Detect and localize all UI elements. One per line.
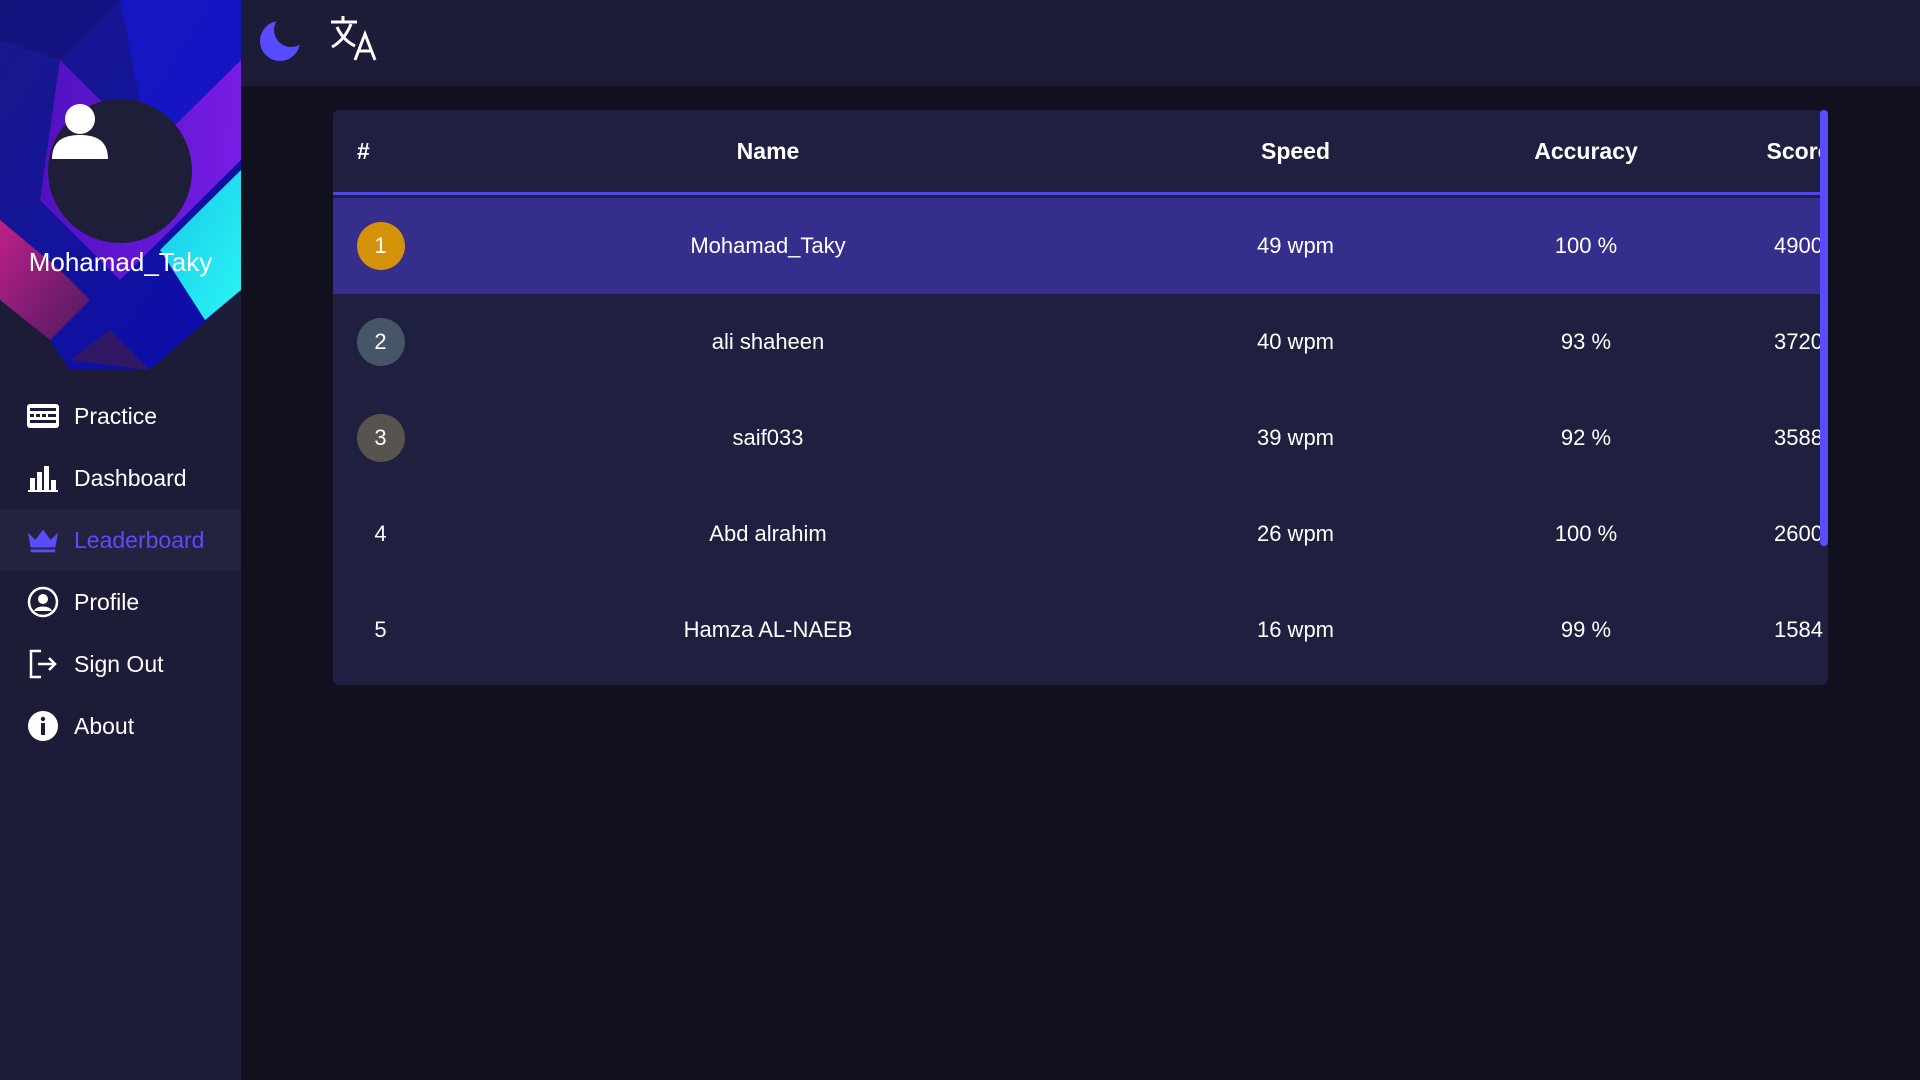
sidebar-item-sign-out[interactable]: Sign Out: [0, 633, 241, 695]
score-cell: 3588: [1774, 425, 1823, 450]
sidebar-item-profile[interactable]: Profile: [0, 571, 241, 633]
table-row[interactable]: 3 saif033 39 wpm 92 % 3588: [333, 390, 1823, 486]
speed-cell: 39 wpm: [1256, 425, 1335, 450]
sidebar-item-label: Profile: [74, 588, 140, 615]
sidebar-item-about[interactable]: About: [0, 695, 241, 757]
profile-banner: Mohamad_Taky: [0, 0, 241, 370]
speed-cell: 26 wpm: [1256, 521, 1335, 546]
sidebar-item-label: Leaderboard: [74, 526, 205, 553]
speed-cell: 49 wpm: [1256, 233, 1335, 258]
avatar[interactable]: [48, 99, 192, 243]
username: Mohamad_Taky: [28, 247, 213, 277]
column-header-accuracy: Accuracy: [1534, 137, 1638, 164]
score-cell: 3720: [1774, 329, 1823, 354]
column-header-score: Score: [1766, 137, 1828, 164]
sidebar-item-practice[interactable]: Practice: [0, 385, 241, 447]
column-header-speed: Speed: [1260, 137, 1331, 164]
rank-cell: 2: [333, 294, 428, 390]
rank-cell: 3: [333, 390, 428, 486]
info-icon: [26, 709, 60, 743]
top-bar: [241, 0, 1920, 86]
bar-chart-icon: [26, 461, 60, 495]
sidebar-item-label: Practice: [74, 402, 158, 429]
translate-icon[interactable]: [329, 14, 381, 67]
accuracy-cell: 100 %: [1554, 233, 1618, 258]
name-cell: saif033: [732, 425, 804, 450]
moon-icon[interactable]: [257, 16, 303, 67]
table-row[interactable]: 5 Hamza AL-NAEB 16 wpm 99 % 1584: [333, 582, 1823, 678]
table-header: # Name Speed Accuracy Score: [333, 110, 1828, 195]
rank-badge-gold: 1: [356, 222, 405, 270]
rank-badge-bronze: 3: [356, 414, 405, 462]
sidebar-nav: Practice Dashboard Leaderboard Profile S…: [0, 385, 241, 757]
score-cell: 4900: [1774, 233, 1823, 258]
accuracy-cell: 100 %: [1554, 521, 1618, 546]
user-avatar-icon: [52, 104, 108, 159]
table-row[interactable]: 4 Abd alrahim 26 wpm 100 % 2600: [333, 486, 1823, 582]
keyboard-icon: [26, 399, 60, 433]
sign-out-icon: [26, 647, 60, 681]
score-cell: 2600: [1774, 521, 1823, 546]
table-row[interactable]: 2 ali shaheen 40 wpm 93 % 3720: [333, 294, 1823, 390]
sidebar-item-label: Dashboard: [74, 464, 187, 491]
accuracy-cell: 93 %: [1560, 329, 1612, 354]
column-header-rank: #: [357, 137, 370, 164]
speed-cell: 16 wpm: [1256, 617, 1335, 642]
sidebar: Mohamad_Taky Practice Dashboard Leaderbo…: [0, 0, 241, 1080]
sidebar-item-label: Sign Out: [74, 650, 164, 677]
accuracy-cell: 92 %: [1560, 425, 1612, 450]
accuracy-cell: 99 %: [1560, 617, 1612, 642]
crown-icon: [26, 523, 60, 557]
name-cell: Mohamad_Taky: [690, 233, 846, 258]
column-header-name: Name: [736, 137, 800, 164]
user-circle-icon: [26, 585, 60, 619]
table-scrollbar[interactable]: [1820, 110, 1828, 546]
leaderboard-table: # Name Speed Accuracy Score 1 Mohamad_Ta…: [333, 110, 1828, 685]
sidebar-item-leaderboard[interactable]: Leaderboard: [0, 509, 241, 571]
rank-cell: 4: [374, 521, 387, 546]
speed-cell: 40 wpm: [1256, 329, 1335, 354]
score-cell: 1584: [1774, 617, 1823, 642]
name-cell: Hamza AL-NAEB: [683, 617, 853, 642]
sidebar-item-dashboard[interactable]: Dashboard: [0, 447, 241, 509]
sidebar-item-label: About: [74, 712, 135, 739]
table-row[interactable]: 1 Mohamad_Taky 49 wpm 100 % 4900: [333, 198, 1823, 294]
name-cell: Abd alrahim: [709, 521, 827, 546]
rank-badge-silver: 2: [356, 318, 405, 366]
rank-cell: 1: [333, 198, 428, 294]
name-cell: ali shaheen: [711, 329, 825, 354]
rank-cell: 5: [374, 617, 387, 642]
